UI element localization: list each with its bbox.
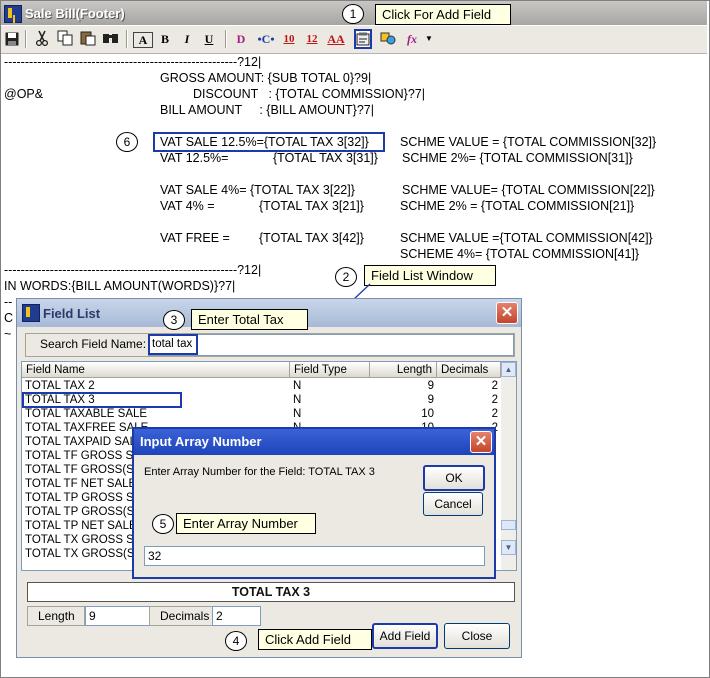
array-number-input[interactable]: 32	[144, 546, 485, 566]
field-icon[interactable]: •C•	[255, 30, 277, 48]
add-field-icon[interactable]	[354, 29, 372, 49]
callout-5-label: Enter Array Number	[176, 513, 316, 534]
d-icon[interactable]: D	[233, 30, 249, 48]
paste-icon[interactable]	[79, 30, 97, 48]
bill-amount-line: BILL AMOUNT : {BILL AMOUNT}?7|	[160, 103, 374, 117]
font-size-alt-icon[interactable]: 12	[303, 30, 321, 48]
vat-4-label: VAT 4% =	[160, 199, 215, 213]
app-icon	[4, 5, 22, 23]
scroll-thumb[interactable]	[501, 520, 516, 530]
underline-icon[interactable]: U	[201, 30, 217, 48]
text-fragment-c: C	[4, 311, 14, 325]
selected-row-highlight	[22, 392, 182, 408]
field-list-title: Field List	[43, 306, 101, 321]
font-size-icon[interactable]: 10	[280, 30, 298, 48]
search-label: Search Field Name:	[30, 335, 152, 353]
window-icon	[22, 304, 40, 322]
discount-line: DISCOUNT : {TOTAL COMMISSION}?7|	[193, 87, 426, 101]
copy-icon[interactable]	[56, 30, 74, 48]
input-array-title: Input Array Number	[140, 434, 262, 449]
toolbar: A B I U D •C• 10 12 AA fx ▼	[1, 26, 707, 54]
field-name-cell: TOTAL TAX 2	[25, 380, 95, 392]
shapes-icon[interactable]	[379, 30, 397, 48]
table-row[interactable]: TOTAL TAXABLE SALE N 10 2	[22, 407, 501, 421]
decimals-value[interactable]: 2	[212, 606, 261, 626]
schme-value-42-line: SCHME VALUE ={TOTAL COMMISSION[42]}	[400, 231, 653, 245]
dialog-close-icon[interactable]: ✕	[470, 431, 492, 453]
save-icon[interactable]	[4, 30, 20, 48]
schme-21-line: SCHME 2% = {TOTAL COMMISSION[21]}	[400, 199, 635, 213]
italic-icon[interactable]: I	[179, 30, 195, 48]
table-row[interactable]: TOTAL TAX 2 N 9 2	[22, 379, 501, 393]
bold-icon[interactable]: B	[157, 30, 173, 48]
separator-line: ----------------------------------------…	[4, 55, 262, 69]
in-words-line: IN WORDS:{BILL AMOUNT(WORDS)}?7|	[4, 279, 236, 293]
text-box-icon[interactable]: A	[133, 32, 153, 48]
text-fragment-tilde: ~	[4, 327, 12, 341]
ok-button[interactable]: OK	[423, 465, 485, 491]
callout-2-label: Field List Window	[364, 265, 496, 286]
schme-31-line: SCHME 2%= {TOTAL COMMISSION[31]}	[402, 151, 633, 165]
window-title: Sale Bill(Footer)	[25, 6, 125, 21]
field-name-cell: TOTAL TAXABLE SALE	[25, 408, 148, 420]
column-header-field-name[interactable]: Field Name	[22, 362, 290, 378]
cut-icon[interactable]	[33, 30, 51, 48]
search-row: Search Field Name: total tax	[25, 333, 515, 357]
search-input-frame	[148, 334, 514, 356]
length-label: Length	[27, 606, 85, 626]
vat-free-label: VAT FREE =	[160, 231, 230, 245]
field-type-cell: N	[293, 408, 302, 420]
callout-1-number: 1	[342, 4, 364, 24]
scroll-down-icon[interactable]: ▼	[501, 540, 516, 555]
callout-3-label: Enter Total Tax	[191, 309, 308, 330]
separator-line-2: ----------------------------------------…	[4, 263, 262, 277]
column-header-field-type[interactable]: Field Type	[290, 362, 370, 378]
cancel-button[interactable]: Cancel	[423, 492, 483, 516]
length-cell: 9	[427, 394, 434, 406]
add-field-button[interactable]: Add Field	[372, 623, 438, 649]
callout-4-number: 4	[225, 631, 247, 651]
input-array-title-bar: Input Array Number ✕	[134, 429, 494, 455]
callout-3-number: 3	[163, 310, 185, 330]
callout-6-number: 6	[116, 132, 138, 152]
decimals-cell: 2	[491, 380, 498, 392]
separator-fragment: --	[4, 295, 13, 309]
callout-4-label: Click Add Field	[258, 629, 372, 650]
column-header-decimals[interactable]: Decimals	[437, 362, 501, 378]
find-icon[interactable]	[102, 30, 120, 48]
selected-field-name: TOTAL TAX 3	[27, 582, 515, 602]
scheme-41-line: SCHEME 4%= {TOTAL COMMISSION[41]}	[400, 247, 640, 261]
input-array-dialog: Input Array Number ✕ Enter Array Number …	[132, 427, 496, 579]
close-button[interactable]: Close	[444, 623, 510, 649]
field-type-cell: N	[293, 380, 302, 392]
scrollbar[interactable]: ▲ ▼	[501, 362, 516, 570]
search-input[interactable]: total tax	[148, 334, 198, 355]
decimals-cell: 2	[491, 394, 498, 406]
vat-sale-12-5-line: VAT SALE 12.5%={TOTAL TAX 3[32]}	[160, 135, 369, 149]
tax-31-field: {TOTAL TAX 3[31]}	[273, 151, 378, 165]
scroll-up-icon[interactable]: ▲	[501, 362, 516, 377]
decimals-label: Decimals	[149, 606, 213, 626]
length-cell: 10	[421, 408, 434, 420]
close-icon[interactable]: ✕	[496, 302, 518, 324]
callout-5-number: 5	[152, 514, 174, 534]
schme-value-22-line: SCHME VALUE= {TOTAL COMMISSION[22]}	[402, 183, 655, 197]
length-cell: 9	[427, 380, 434, 392]
vat-12-5-label: VAT 12.5%=	[160, 151, 229, 165]
gross-amount-line: GROSS AMOUNT: {SUB TOTAL 0}?9|	[160, 71, 372, 85]
length-value[interactable]: 9	[85, 606, 150, 626]
op-marker: @OP&	[4, 87, 44, 101]
tax-42-field: {TOTAL TAX 3[42]}	[259, 231, 364, 245]
callout-1-label: Click For Add Field	[375, 4, 511, 25]
field-type-cell: N	[293, 394, 302, 406]
array-prompt: Enter Array Number for the Field: TOTAL …	[144, 466, 375, 478]
decimals-cell: 2	[491, 408, 498, 420]
vat-sale-4-line: VAT SALE 4%= {TOTAL TAX 3[22]}	[160, 183, 355, 197]
dropdown-icon[interactable]: ▼	[424, 30, 434, 48]
column-header-length[interactable]: Length	[370, 362, 437, 378]
font-color-icon[interactable]: AA	[325, 30, 347, 48]
formula-icon[interactable]: fx	[403, 30, 421, 48]
schme-value-32-line: SCHME VALUE = {TOTAL COMMISSION[32]}	[400, 135, 657, 149]
tax-21-field: {TOTAL TAX 3[21]}	[259, 199, 364, 213]
